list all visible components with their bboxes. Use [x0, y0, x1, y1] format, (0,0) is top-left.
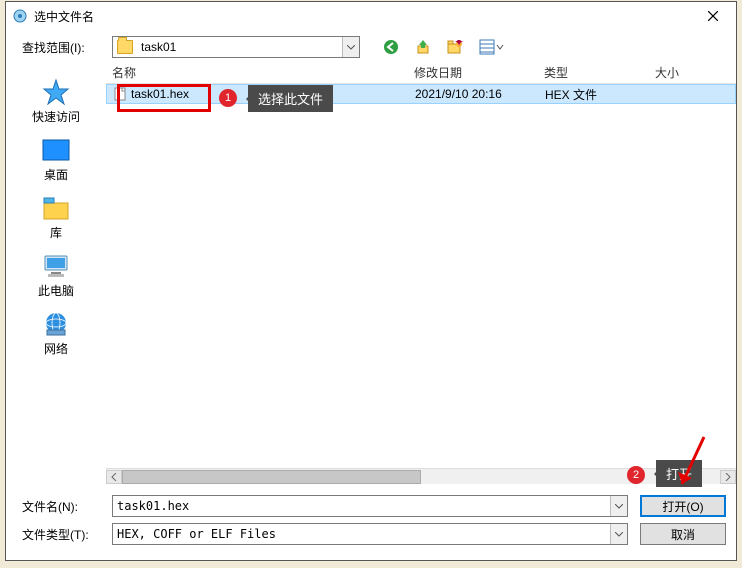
header-type[interactable]: 类型: [538, 64, 640, 81]
scroll-left-icon[interactable]: [106, 470, 122, 484]
file-list-area: 名称 修改日期 类型 大小 task01.hex 2021/9/10 20:16…: [106, 62, 736, 484]
place-label: 网络: [44, 340, 68, 357]
header-size[interactable]: 大小: [640, 64, 686, 81]
svg-text:✦: ✦: [454, 40, 463, 49]
place-library[interactable]: 库: [6, 188, 106, 246]
chevron-down-icon[interactable]: [610, 524, 627, 544]
place-network[interactable]: 网络: [6, 304, 106, 362]
filename-row: 文件名(N): task01.hex 打开(O): [22, 492, 726, 520]
place-desktop[interactable]: 桌面: [6, 130, 106, 188]
place-label: 此电脑: [38, 282, 74, 299]
open-button[interactable]: 打开(O): [640, 495, 726, 517]
filetype-row: 文件类型(T): HEX, COFF or ELF Files 取消: [22, 520, 726, 548]
open-button-label: 打开(O): [662, 498, 703, 515]
file-icon: [113, 87, 127, 101]
column-headers: 名称 修改日期 类型 大小: [106, 62, 736, 84]
place-label: 桌面: [44, 166, 68, 183]
scroll-track[interactable]: [122, 470, 720, 484]
network-icon: [40, 310, 72, 338]
content-area: 快速访问 桌面 库 此电脑 网络 名称 修改日期: [6, 62, 736, 484]
place-quick-access[interactable]: 快速访问: [6, 72, 106, 130]
new-folder-icon[interactable]: ✦: [446, 38, 464, 56]
file-name: task01.hex: [131, 87, 189, 101]
header-date[interactable]: 修改日期: [408, 64, 538, 81]
lookin-label: 查找范围(I):: [22, 39, 112, 56]
lookin-value: task01: [137, 40, 342, 54]
filetype-label: 文件类型(T):: [22, 526, 112, 543]
places-bar: 快速访问 桌面 库 此电脑 网络: [6, 62, 106, 484]
place-label: 库: [50, 224, 62, 241]
filetype-combo[interactable]: HEX, COFF or ELF Files: [112, 523, 628, 545]
chevron-down-icon[interactable]: [610, 496, 627, 516]
scroll-right-icon[interactable]: [720, 470, 736, 484]
filetype-value: HEX, COFF or ELF Files: [113, 527, 610, 541]
library-icon: [40, 194, 72, 222]
view-menu-icon[interactable]: [478, 38, 506, 56]
file-rows: task01.hex 2021/9/10 20:16 HEX 文件: [106, 84, 736, 468]
close-button[interactable]: [692, 3, 734, 29]
scroll-thumb[interactable]: [122, 470, 421, 484]
desktop-icon: [40, 136, 72, 164]
folder-icon: [117, 40, 133, 54]
place-label: 快速访问: [32, 108, 80, 125]
file-open-dialog: 选中文件名 查找范围(I): task01 ✦ 快速访问: [5, 1, 737, 561]
pc-icon: [40, 252, 72, 280]
titlebar: 选中文件名: [6, 2, 736, 30]
star-icon: [40, 78, 72, 106]
place-this-pc[interactable]: 此电脑: [6, 246, 106, 304]
app-icon: [12, 8, 28, 24]
chevron-down-icon[interactable]: [342, 37, 359, 57]
cell-name: task01.hex: [107, 87, 409, 102]
horizontal-scrollbar[interactable]: [106, 468, 736, 484]
file-row[interactable]: task01.hex 2021/9/10 20:16 HEX 文件: [106, 84, 736, 104]
cancel-button-label: 取消: [671, 526, 695, 543]
filename-combo[interactable]: task01.hex: [112, 495, 628, 517]
lookin-combo[interactable]: task01: [112, 36, 360, 58]
nav-toolbar: ✦: [382, 38, 506, 56]
up-icon[interactable]: [414, 38, 432, 56]
lookin-row: 查找范围(I): task01 ✦: [6, 32, 736, 62]
header-name[interactable]: 名称: [106, 64, 408, 81]
cancel-button[interactable]: 取消: [640, 523, 726, 545]
filename-label: 文件名(N):: [22, 498, 112, 515]
cell-date: 2021/9/10 20:16: [409, 87, 539, 101]
cell-type: HEX 文件: [539, 86, 641, 103]
dialog-title: 选中文件名: [34, 8, 692, 25]
bottom-panel: 文件名(N): task01.hex 打开(O) 文件类型(T): HEX, C…: [6, 484, 736, 556]
back-icon[interactable]: [382, 38, 400, 56]
filename-value: task01.hex: [113, 499, 610, 513]
